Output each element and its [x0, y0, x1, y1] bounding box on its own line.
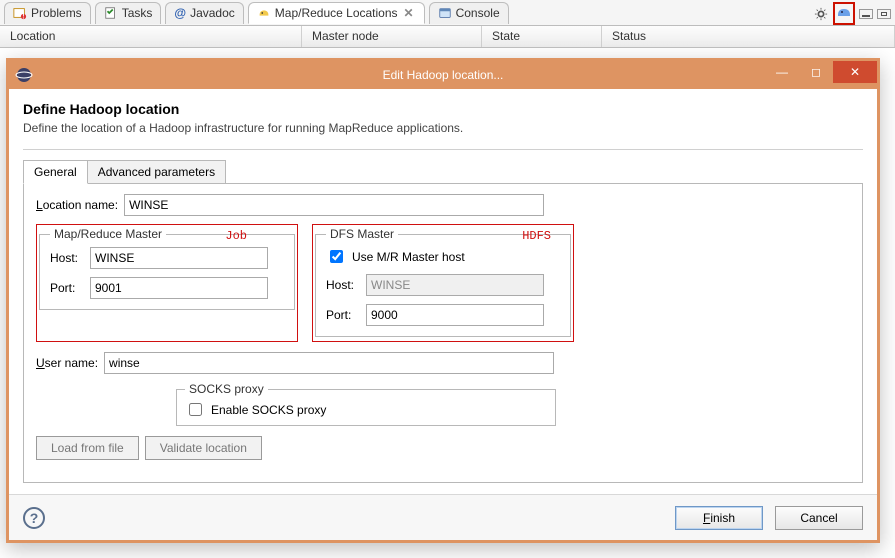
- maximize-view-icon[interactable]: [877, 9, 891, 19]
- tab-general[interactable]: General: [23, 160, 88, 184]
- minimize-view-icon[interactable]: [859, 9, 873, 19]
- user-name-input[interactable]: [104, 352, 554, 374]
- col-status[interactable]: Status: [602, 26, 895, 47]
- load-from-file-button[interactable]: Load from file: [36, 436, 139, 460]
- elephant-blue-icon: [836, 4, 852, 20]
- dfs-host-input: [366, 274, 544, 296]
- minimize-button[interactable]: —: [765, 61, 799, 83]
- mapreduce-master-legend: Map/Reduce Master: [50, 227, 166, 241]
- finish-button[interactable]: Finish: [675, 506, 763, 530]
- dfs-master-highlight: HDFS DFS Master Use M/R Master host Host…: [312, 224, 574, 342]
- annotation-hdfs: HDFS: [522, 229, 551, 243]
- eclipse-view-tabstrip: ! Problems Tasks @ Javadoc Map/Reduce Lo…: [0, 0, 895, 26]
- tab-label: Tasks: [122, 6, 153, 20]
- user-name-label: User name:: [36, 356, 98, 370]
- tab-mapreduce-locations[interactable]: Map/Reduce Locations ✕: [248, 2, 425, 24]
- divider: [23, 149, 863, 150]
- cancel-button[interactable]: Cancel: [775, 506, 863, 530]
- col-location[interactable]: Location: [0, 26, 302, 47]
- tab-problems[interactable]: ! Problems: [4, 2, 91, 24]
- socks-proxy-group: SOCKS proxy Enable SOCKS proxy: [176, 382, 556, 426]
- edit-hadoop-location-dialog: Edit Hadoop location... — ◻ ✕ Define Had…: [6, 58, 880, 543]
- close-button[interactable]: ✕: [833, 61, 877, 83]
- tab-console[interactable]: Console: [429, 2, 509, 24]
- enable-socks-proxy-checkbox[interactable]: [189, 403, 202, 416]
- locations-table-header: Location Master node State Status: [0, 26, 895, 48]
- col-state[interactable]: State: [482, 26, 602, 47]
- dialog-footer: ? Finish Cancel: [9, 494, 877, 540]
- dialog-description: Define the location of a Hadoop infrastr…: [23, 121, 863, 135]
- dfs-master-group: DFS Master Use M/R Master host Host: Por…: [315, 227, 571, 337]
- use-mr-master-host-label: Use M/R Master host: [352, 250, 465, 264]
- tab-label: Problems: [31, 6, 82, 20]
- use-mr-master-host-checkbox[interactable]: [330, 250, 343, 263]
- console-icon: [438, 6, 452, 20]
- elephant-icon: [257, 6, 271, 20]
- tab-javadoc[interactable]: @ Javadoc: [165, 2, 243, 24]
- dfs-port-label: Port:: [326, 308, 360, 322]
- mr-host-label: Host:: [50, 251, 84, 265]
- annotation-job: Job: [225, 229, 247, 243]
- validate-location-button[interactable]: Validate location: [145, 436, 262, 460]
- mr-port-input[interactable]: [90, 277, 268, 299]
- problems-icon: !: [13, 6, 27, 20]
- dialog-tabs: General Advanced parameters: [23, 158, 863, 184]
- maximize-button[interactable]: ◻: [799, 61, 833, 83]
- gear-icon[interactable]: [813, 6, 829, 22]
- tab-label: Console: [456, 6, 500, 20]
- dfs-port-input[interactable]: [366, 304, 544, 326]
- location-name-label: Location name:: [36, 198, 118, 212]
- tabstrip-toolbar: [813, 2, 891, 25]
- tab-label: Javadoc: [190, 6, 235, 20]
- svg-text:!: !: [22, 9, 25, 20]
- location-name-input[interactable]: [124, 194, 544, 216]
- eclipse-icon: [15, 66, 33, 84]
- tasks-icon: [104, 6, 118, 20]
- mapreduce-master-highlight: Job Map/Reduce Master Host: Port:: [36, 224, 298, 342]
- socks-proxy-legend: SOCKS proxy: [185, 382, 268, 396]
- tab-label: Map/Reduce Locations: [275, 6, 398, 20]
- dialog-title: Edit Hadoop location...: [383, 68, 504, 82]
- mr-port-label: Port:: [50, 281, 84, 295]
- tab-tasks[interactable]: Tasks: [95, 2, 162, 24]
- enable-socks-proxy-label: Enable SOCKS proxy: [211, 403, 326, 417]
- dialog-titlebar[interactable]: Edit Hadoop location... — ◻ ✕: [9, 61, 877, 89]
- dfs-master-legend: DFS Master: [326, 227, 398, 241]
- new-hadoop-location-button[interactable]: [833, 2, 855, 25]
- mr-host-input[interactable]: [90, 247, 268, 269]
- mapreduce-master-group: Map/Reduce Master Host: Port:: [39, 227, 295, 310]
- dialog-heading: Define Hadoop location: [23, 101, 863, 117]
- col-master-node[interactable]: Master node: [302, 26, 482, 47]
- help-icon[interactable]: ?: [23, 507, 45, 529]
- close-icon[interactable]: ✕: [402, 6, 416, 20]
- javadoc-at-icon: @: [174, 6, 186, 20]
- general-pane: Location name: Job Map/Reduce Master Hos…: [23, 184, 863, 483]
- tab-advanced-parameters[interactable]: Advanced parameters: [87, 160, 226, 183]
- dfs-host-label: Host:: [326, 278, 360, 292]
